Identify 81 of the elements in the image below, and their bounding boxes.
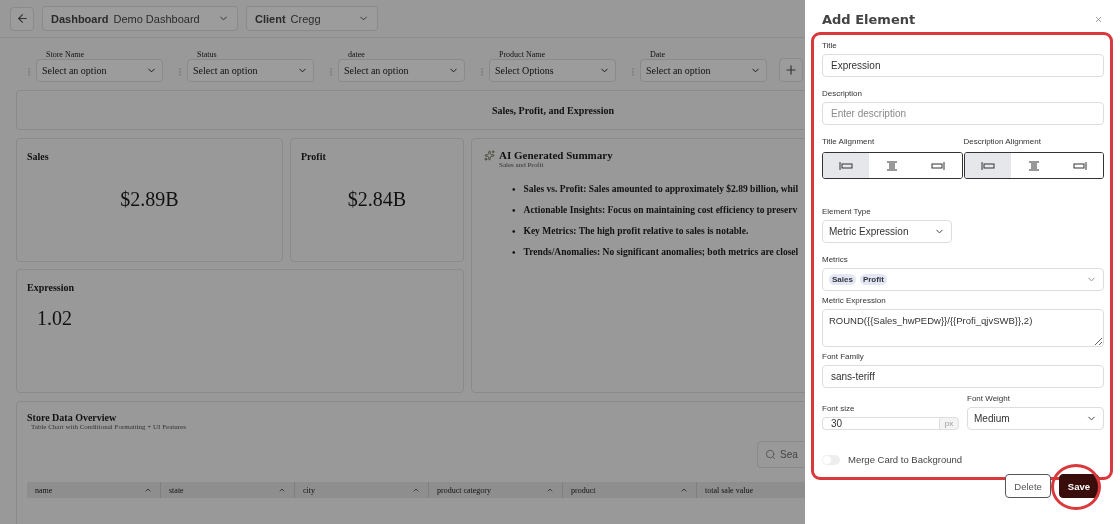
filter-label: Store Name bbox=[46, 50, 85, 59]
summary-bullet: Sales vs. Profit: Sales amounted to approximately $2.89 billion, whil bbox=[523, 183, 799, 196]
column-header[interactable]: name bbox=[27, 482, 161, 498]
bullet-marker: • bbox=[512, 204, 516, 217]
search-field[interactable]: Sea bbox=[757, 441, 805, 468]
field-label: Description Alignment bbox=[963, 137, 1042, 146]
metric-value: $2.89B bbox=[119, 188, 180, 211]
align-right-icon bbox=[1072, 160, 1087, 171]
alignment-option[interactable] bbox=[964, 153, 1011, 178]
filter-label: Status bbox=[197, 50, 218, 59]
close-button[interactable] bbox=[1094, 14, 1103, 24]
column-header[interactable]: state bbox=[161, 482, 295, 498]
align-center-icon bbox=[885, 160, 900, 171]
selector-dropdown[interactable]: Client Cregg bbox=[246, 6, 378, 31]
bullet-marker: • bbox=[512, 225, 516, 238]
metric-tag: Profit bbox=[859, 274, 887, 285]
column-header[interactable]: city bbox=[295, 482, 429, 498]
metric-title: Expression bbox=[27, 282, 76, 293]
field-label: Description bbox=[822, 89, 863, 98]
back-button[interactable] bbox=[10, 6, 34, 31]
filter-label: datee bbox=[348, 50, 366, 59]
save-button[interactable]: Save bbox=[1058, 474, 1099, 498]
selector-dropdown[interactable]: Dashboard Demo Dashboard bbox=[42, 6, 238, 31]
delete-button[interactable]: Delete bbox=[1005, 474, 1051, 498]
field-label: Title Alignment bbox=[822, 137, 876, 146]
table-title: Store Data Overview bbox=[27, 412, 118, 423]
metric-title: Sales bbox=[27, 151, 50, 162]
align-right-icon bbox=[931, 160, 946, 171]
metric-tag: Sales bbox=[829, 274, 856, 285]
element-type-select[interactable]: Metric Expression bbox=[822, 220, 952, 243]
metric-title: Profit bbox=[301, 151, 327, 162]
metric-value: 1.02 bbox=[37, 307, 73, 330]
sort-icon bbox=[546, 486, 554, 494]
filter-dropdown[interactable]: Select an option bbox=[338, 59, 465, 82]
metric-value: $2.84B bbox=[346, 188, 408, 211]
add-filter-button[interactable] bbox=[779, 58, 803, 82]
alignment-option[interactable] bbox=[823, 153, 870, 178]
bullet-marker: • bbox=[512, 183, 516, 196]
filter-dropdown[interactable]: Select an option bbox=[187, 59, 314, 82]
plus-icon bbox=[784, 63, 798, 77]
field-label: Element Type bbox=[822, 207, 872, 216]
description-input[interactable]: Enter description bbox=[822, 102, 1104, 125]
field-label: Metric Expression bbox=[822, 296, 887, 305]
filter-dropdown[interactable]: Select an option bbox=[36, 59, 163, 82]
panel-title: Add Element bbox=[822, 11, 916, 27]
sort-icon bbox=[680, 486, 688, 494]
field-label: Metrics bbox=[822, 255, 849, 264]
bullet-marker: • bbox=[512, 246, 516, 259]
align-left-icon bbox=[980, 160, 995, 171]
dashboard-title: Sales, Profit, and Expression bbox=[16, 90, 805, 130]
font-weight-select[interactable]: Medium bbox=[967, 407, 1104, 430]
toggle-label: Merge Card to Background bbox=[848, 454, 963, 465]
expression-textarea[interactable]: ROUND({{Sales_hwPEDw}}/{{Profi_qjvSWB}},2) bbox=[822, 309, 1104, 347]
column-header[interactable]: product category bbox=[429, 482, 563, 498]
sparkle-icon bbox=[484, 149, 495, 161]
align-center-icon bbox=[1026, 160, 1041, 171]
summary-bullet: Actionable Insights: Focus on maintaining cost efficiency to preserv bbox=[523, 204, 798, 217]
column-header[interactable]: product bbox=[563, 482, 697, 498]
field-label: Font Family bbox=[822, 352, 865, 361]
sort-icon bbox=[278, 486, 286, 494]
font-size-input[interactable]: 30 bbox=[822, 417, 939, 430]
summary-bullet: Key Metrics: The high profit relative to sales is notable. bbox=[523, 225, 749, 238]
search-icon bbox=[765, 449, 776, 460]
filter-label: Date bbox=[650, 50, 667, 59]
filter-dropdown[interactable]: Select Options bbox=[489, 59, 616, 82]
summary-bullet: Trends/Anomalies: No significant anomalies; both metrics are closel bbox=[523, 246, 799, 259]
metrics-select[interactable]: Sales Profit bbox=[822, 268, 1104, 291]
arrow-left-icon bbox=[15, 12, 29, 25]
sort-icon bbox=[144, 486, 152, 494]
field-label: Font size bbox=[822, 404, 856, 413]
title-input[interactable]: Expression bbox=[822, 54, 1104, 77]
filter-dropdown[interactable]: Select an option bbox=[640, 59, 767, 82]
summary-title: AI Generated Summary bbox=[499, 149, 613, 161]
unit-label: px bbox=[939, 417, 959, 430]
field-label: Title bbox=[822, 41, 838, 50]
align-left-icon bbox=[839, 160, 854, 171]
field-label: Font Weight bbox=[967, 394, 1011, 403]
column-header[interactable]: total sale value bbox=[697, 482, 805, 498]
font-family-input[interactable]: sans-teriff bbox=[822, 365, 1104, 388]
sort-icon bbox=[412, 486, 420, 494]
filter-label: Product Name bbox=[499, 50, 546, 59]
